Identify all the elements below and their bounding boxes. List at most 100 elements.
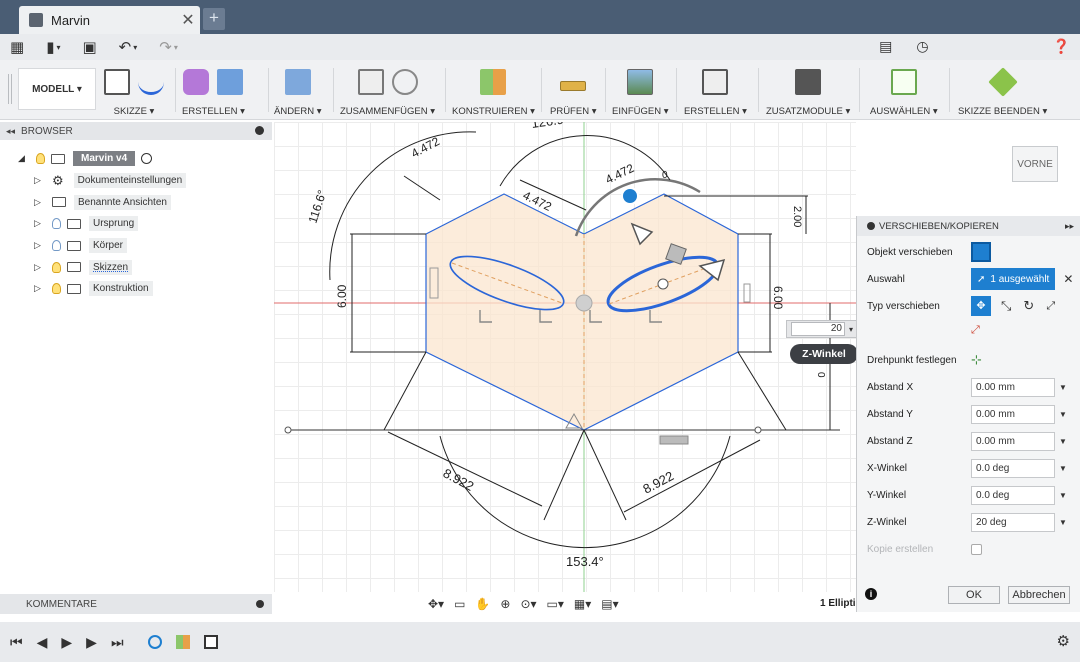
comments-panel[interactable]: KOMMENTARE [0,594,272,614]
measure-icon[interactable] [560,81,587,91]
orbit-icon[interactable]: ✥▾ [428,597,444,611]
dimension-r-top[interactable]: 2.00 [791,206,803,227]
visibility-bulb-icon[interactable] [52,218,61,230]
dimension-angle-left[interactable]: 116.6° [306,188,330,225]
object-move-toggle-icon[interactable] [971,242,991,262]
panel-collapse-icon[interactable] [867,222,875,230]
help-icon[interactable]: ❓ [1053,38,1070,55]
notifications-icon[interactable]: ▤ [879,38,892,55]
rotation-gizmo-handle[interactable] [621,187,639,205]
go-to-end-icon[interactable]: ⏭ [111,634,124,651]
ok-button[interactable]: OK [948,586,1000,604]
ellipse-center-point[interactable] [657,278,669,290]
dimension-v-right[interactable]: 6.00 [771,286,785,310]
distance-z-field[interactable]: 0.00 mm [971,431,1055,451]
visibility-bulb-icon[interactable] [52,283,61,295]
dimension-a1[interactable]: 4.472 [409,134,442,161]
chevron-down-icon[interactable]: ▼ [1059,464,1067,473]
expand-toggle-icon[interactable]: ▷ [34,262,44,273]
chevron-down-icon[interactable]: ▼ [1059,410,1067,419]
play-icon[interactable]: ▶ [61,634,72,651]
file-menu-icon[interactable]: ▮ ▾ [46,38,60,56]
workspace-mode-selector[interactable]: MODELL ▾ [18,68,96,110]
3d-print-icon[interactable] [702,69,729,95]
ribbon-group-einfuegen[interactable]: EINFÜGEN ▾ [612,64,669,118]
pin-icon[interactable] [255,126,264,135]
ribbon-group-auswaehlen[interactable]: AUSWÄHLEN ▾ [870,64,938,118]
insert-image-icon[interactable] [627,69,654,95]
expand-toggle-icon[interactable]: ◢ [18,153,28,164]
dimension-small-zero-right[interactable]: 0 [815,372,826,378]
chevron-down-icon[interactable]: ▼ [1059,383,1067,392]
x-angle-field[interactable]: 0.0 deg [971,458,1055,478]
distance-x-field[interactable]: 0.00 mm [971,377,1055,397]
design-canvas[interactable]: 126.9 4.472 4.472 4.472 0 116.6° 6.00 6.… [274,122,856,592]
tree-root[interactable]: ◢ Marvin v4 [0,148,272,170]
joint-icon[interactable] [357,69,384,95]
ribbon-group-zusammenfuegen[interactable]: ZUSAMMENFÜGEN ▾ [340,64,435,118]
add-comment-icon[interactable] [256,600,264,608]
browser-header[interactable]: ◂◂ BROWSER [0,122,272,140]
rotate-icon[interactable]: ↻ [1023,298,1034,314]
ribbon-group-konstruieren[interactable]: KONSTRUIEREN ▾ [452,64,535,118]
timeline-feature-plane-icon[interactable] [175,635,190,649]
expand-toggle-icon[interactable]: ▷ [34,175,44,186]
apps-grid-icon[interactable]: ▦ [10,38,24,56]
tree-root-label[interactable]: Marvin v4 [73,151,136,167]
heart-profile[interactable] [425,193,739,431]
sketch-spline-icon[interactable] [138,69,164,95]
gear-icon[interactable]: ⚙ [1057,632,1070,650]
clear-selection-button[interactable]: ✕ [1063,272,1073,286]
save-icon[interactable]: ▣ [82,38,96,56]
pivot-axes-icon[interactable]: ⊹ [971,352,982,368]
ribbon-group-erstellen-2[interactable]: ERSTELLEN ▾ [684,64,747,118]
new-tab-button[interactable]: + [203,8,225,30]
sketch-drawing[interactable]: 126.9 4.472 4.472 4.472 0 116.6° 6.00 6.… [274,122,856,592]
tree-item-ursprung[interactable]: ▷ Ursprung [0,213,272,235]
activate-radio-icon[interactable] [141,153,153,165]
timeline-feature-origin-icon[interactable] [147,635,162,649]
panel-expand-icon[interactable]: ▸▸ [1065,221,1074,232]
chevron-down-icon[interactable]: ▼ [1059,437,1067,446]
point-to-position-icon[interactable]: ⤢ [971,324,980,337]
fit-icon[interactable]: ⊙▾ [520,597,536,611]
redo-icon[interactable]: ↷ ▾ [159,38,178,56]
ribbon-group-erstellen[interactable]: ERSTELLEN ▾ [182,64,245,118]
expand-toggle-icon[interactable]: ▷ [34,197,44,208]
step-forward-icon[interactable]: ▶ [86,634,97,651]
y-angle-field[interactable]: 0.0 deg [971,485,1055,505]
history-icon[interactable]: ◷ [916,38,928,55]
tree-item-benannte-ansichten[interactable]: ▷ Benannte Ansichten [0,191,272,213]
inline-z-angle-value[interactable]: 20 [791,322,845,336]
ribbon-group-skizze-beenden[interactable]: SKIZZE BEENDEN ▾ [958,64,1047,118]
close-tab-button[interactable]: ✕ [176,10,200,30]
create-copy-checkbox[interactable] [971,543,982,555]
free-move-icon[interactable]: ✥ [971,296,991,316]
tree-item-konstruktion[interactable]: ▷ Konstruktion [0,278,272,300]
scripts-addins-icon[interactable] [795,69,822,95]
panel-header[interactable]: VERSCHIEBEN/KOPIEREN ▸▸ [857,216,1080,236]
inline-z-angle-input[interactable]: 20 ▾ [786,320,862,338]
select-icon[interactable] [890,69,917,95]
dimension-v-left[interactable]: 6.00 [335,284,349,308]
z-angle-field[interactable]: 20 deg [971,512,1055,532]
view-cube-face-label[interactable]: VORNE [1017,159,1053,170]
dimension-b-right[interactable]: 8.922 [640,468,676,497]
form-create-icon[interactable] [183,69,210,95]
expand-toggle-icon[interactable]: ▷ [34,218,44,229]
chevron-down-icon[interactable]: ▼ [1059,491,1067,500]
tree-item-koerper[interactable]: ▷ Körper [0,235,272,257]
go-to-start-icon[interactable]: ⏮ [10,634,23,651]
undo-icon[interactable]: ↶ ▾ [119,38,138,56]
ribbon-group-aendern[interactable]: ÄNDERN ▾ [274,64,322,118]
grid-settings-icon[interactable]: ▦▾ [574,597,591,611]
point-to-point-icon[interactable]: ⤢ [1046,300,1055,313]
dimension-top[interactable]: 126.9 [530,122,564,131]
offset-plane-icon[interactable] [480,69,507,95]
selection-button[interactable]: ➚ 1 ausgewählt [971,268,1056,290]
tree-item-skizzen[interactable]: ▷ Skizzen [0,256,272,278]
dimension-b-left[interactable]: 8.922 [441,465,477,494]
sketch-create-icon[interactable] [104,69,130,95]
visibility-bulb-icon[interactable] [52,240,61,252]
ribbon-group-skizze[interactable]: SKIZZE ▾ [104,64,164,118]
